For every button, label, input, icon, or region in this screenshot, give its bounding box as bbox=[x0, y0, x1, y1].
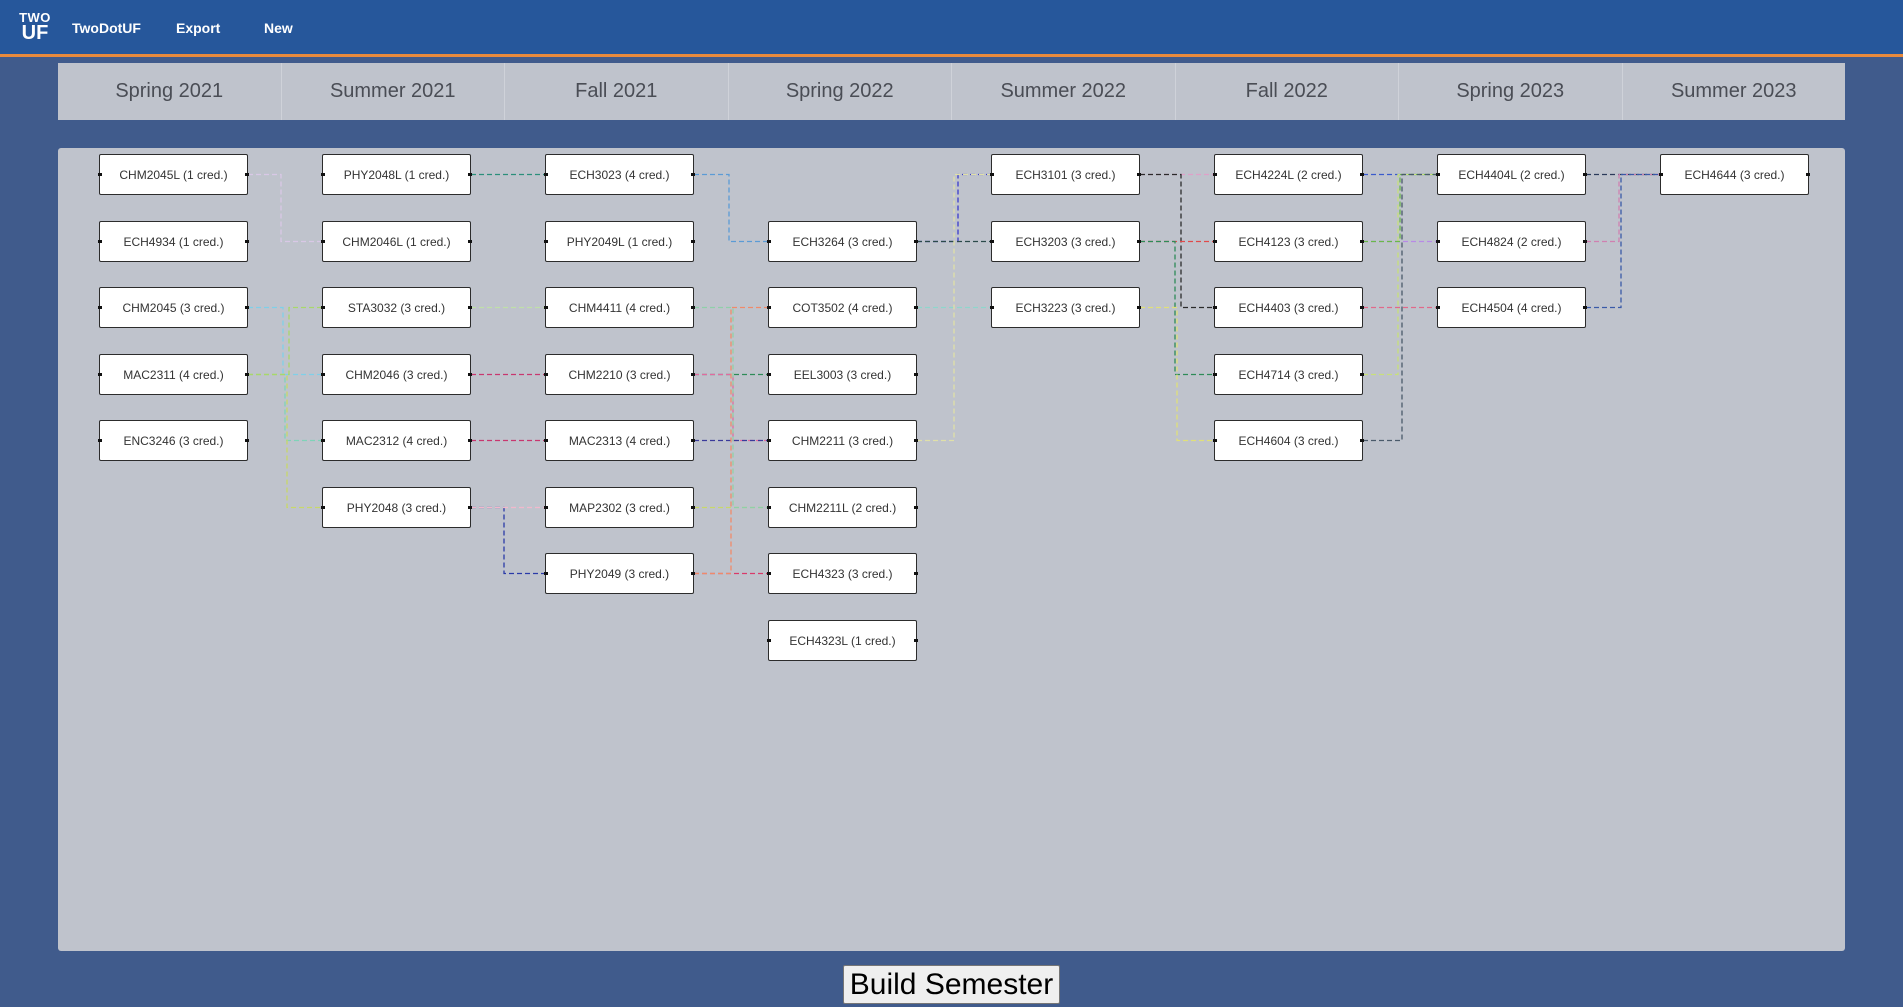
course-card[interactable]: EEL3003 (3 cred.) bbox=[767, 354, 918, 395]
course-card[interactable]: ECH3023 (4 cred.) bbox=[544, 154, 695, 195]
logo-text-bottom: UF bbox=[21, 22, 49, 44]
prerequisite-link bbox=[248, 173, 322, 243]
course-card[interactable]: PHY2049L (1 cred.) bbox=[544, 221, 695, 262]
course-card[interactable]: CHM2046L (1 cred.) bbox=[321, 221, 472, 262]
course-card[interactable]: ECH4123 (3 cred.) bbox=[1213, 221, 1364, 262]
prerequisite-link bbox=[248, 306, 322, 376]
prerequisite-links bbox=[248, 173, 1660, 575]
course-card[interactable]: ECH4504 (4 cred.) bbox=[1436, 287, 1587, 328]
course-card[interactable]: ECH4604 (3 cred.) bbox=[1213, 420, 1364, 461]
nav-link-export[interactable]: Export bbox=[176, 20, 220, 36]
nav-link-new[interactable]: New bbox=[264, 20, 293, 36]
course-card[interactable]: CHM2045L (1 cred.) bbox=[98, 154, 249, 195]
course-card[interactable]: ECH4323L (1 cred.) bbox=[767, 620, 918, 661]
course-card[interactable]: ECH4934 (1 cred.) bbox=[98, 221, 249, 262]
semester-header-bar: Spring 2021 Summer 2021 Fall 2021 Spring… bbox=[58, 63, 1845, 120]
top-navbar: TWO UF TwoDotUF Export New bbox=[0, 0, 1903, 57]
course-card[interactable]: PHY2049 (3 cred.) bbox=[544, 553, 695, 594]
course-card[interactable]: PHY2048L (1 cred.) bbox=[321, 154, 472, 195]
build-semester-button[interactable]: Build Semester bbox=[843, 965, 1060, 1004]
course-card[interactable]: CHM2045 (3 cred.) bbox=[98, 287, 249, 328]
course-card[interactable]: ECH3223 (3 cred.) bbox=[990, 287, 1141, 328]
course-card[interactable]: ECH4404L (2 cred.) bbox=[1436, 154, 1587, 195]
semester-header[interactable]: Fall 2021 bbox=[504, 63, 728, 120]
course-card[interactable]: PHY2048 (3 cred.) bbox=[321, 487, 472, 528]
course-card[interactable]: MAC2313 (4 cred.) bbox=[544, 420, 695, 461]
semester-header[interactable]: Summer 2021 bbox=[280, 63, 505, 120]
course-card[interactable]: STA3032 (3 cred.) bbox=[321, 287, 472, 328]
course-card[interactable]: MAP2302 (3 cred.) bbox=[544, 487, 695, 528]
prerequisite-link bbox=[1586, 173, 1660, 243]
semester-header[interactable]: Summer 2023 bbox=[1621, 63, 1846, 120]
course-card[interactable]: MAC2311 (4 cred.) bbox=[98, 354, 249, 395]
prerequisite-link bbox=[471, 506, 545, 575]
course-card[interactable]: ECH4714 (3 cred.) bbox=[1213, 354, 1364, 395]
course-card[interactable]: ENC3246 (3 cred.) bbox=[98, 420, 249, 461]
semester-header[interactable]: Spring 2023 bbox=[1398, 63, 1622, 120]
prerequisite-link bbox=[694, 173, 768, 243]
course-card[interactable]: CHM2046 (3 cred.) bbox=[321, 354, 472, 395]
course-card[interactable]: CHM2211 (3 cred.) bbox=[767, 420, 918, 461]
course-card[interactable]: ECH4824 (2 cred.) bbox=[1436, 221, 1587, 262]
prerequisite-link bbox=[248, 306, 322, 376]
course-card[interactable]: ECH4224L (2 cred.) bbox=[1213, 154, 1364, 195]
course-board: CHM2045L (1 cred.) ECH4934 (1 cred.) CHM20… bbox=[58, 148, 1845, 951]
course-card[interactable]: ECH3264 (3 cred.) bbox=[767, 221, 918, 262]
course-card[interactable]: ECH3101 (3 cred.) bbox=[990, 154, 1141, 195]
prerequisite-link bbox=[1363, 173, 1437, 243]
course-card[interactable]: CHM4411 (4 cred.) bbox=[544, 287, 695, 328]
nav-link-twodotuf[interactable]: TwoDotUF bbox=[72, 20, 141, 36]
prerequisite-link bbox=[248, 373, 322, 442]
app-logo[interactable]: TWO UF bbox=[17, 11, 53, 45]
course-card[interactable]: ECH4403 (3 cred.) bbox=[1213, 287, 1364, 328]
course-card[interactable]: COT3502 (4 cred.) bbox=[767, 287, 918, 328]
course-card[interactable]: ECH4323 (3 cred.) bbox=[767, 553, 918, 594]
course-card[interactable]: ECH3203 (3 cred.) bbox=[990, 221, 1141, 262]
course-card[interactable]: CHM2211L (2 cred.) bbox=[767, 487, 918, 528]
course-card[interactable]: ECH4644 (3 cred.) bbox=[1659, 154, 1810, 195]
semester-header[interactable]: Spring 2022 bbox=[727, 63, 952, 120]
semester-header[interactable]: Fall 2022 bbox=[1174, 63, 1399, 120]
course-card[interactable]: CHM2210 (3 cred.) bbox=[544, 354, 695, 395]
course-card[interactable]: MAC2312 (4 cred.) bbox=[321, 420, 472, 461]
semester-header[interactable]: Spring 2021 bbox=[58, 63, 281, 120]
semester-header[interactable]: Summer 2022 bbox=[951, 63, 1175, 120]
